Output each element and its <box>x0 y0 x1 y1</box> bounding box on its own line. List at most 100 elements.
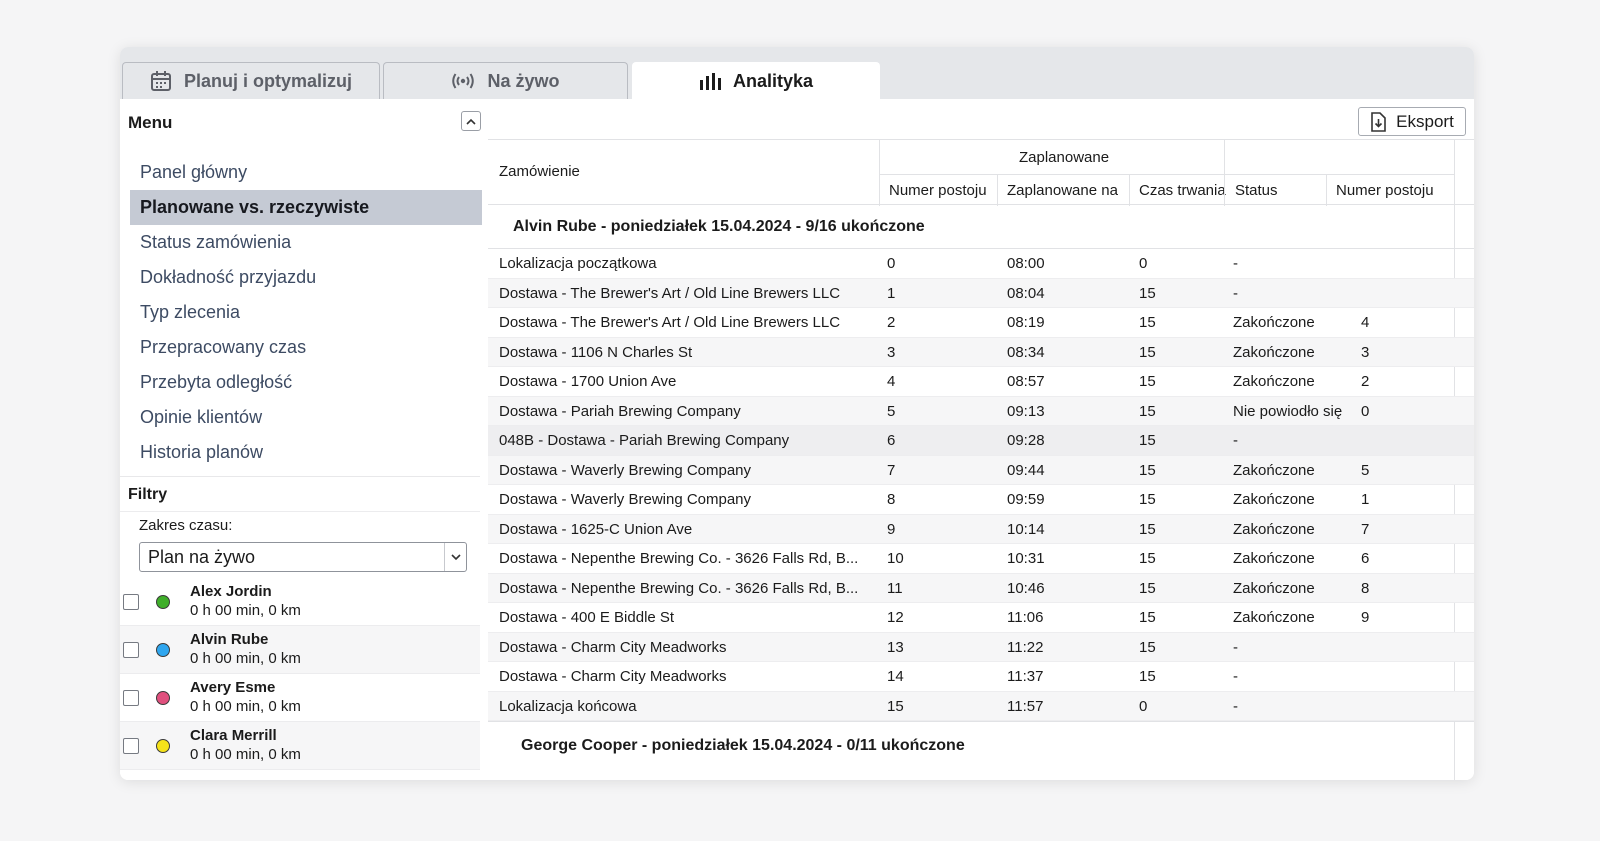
table-row[interactable]: Dostawa - The Brewer's Art / Old Line Br… <box>488 308 1474 338</box>
planned-group-header: Zaplanowane <box>1019 149 1110 166</box>
cell-stop-number: 3 <box>887 343 896 361</box>
header-divider <box>1129 175 1130 206</box>
cell-stop-number: 12 <box>887 609 904 626</box>
menu-item-worked-time[interactable]: Przepracowany czas <box>130 330 482 365</box>
cell-status: Zakończone <box>1233 461 1315 479</box>
cell-actual-stop: 2 <box>1361 373 1370 390</box>
driver-name: Clara Merrill <box>190 727 277 744</box>
driver-group-header[interactable]: Alvin Rube - poniedziałek 15.04.2024 - 9… <box>488 205 1474 249</box>
cell-status: Zakończone <box>1233 520 1315 538</box>
table-row[interactable]: Dostawa - Nepenthe Brewing Co. - 3626 Fa… <box>488 544 1474 574</box>
cell-duration: 15 <box>1139 609 1156 626</box>
cell-planned-at: 08:00 <box>1007 255 1045 272</box>
driver-name: Alex Jordin <box>190 583 272 600</box>
time-range-select[interactable]: Plan na żywo <box>139 542 467 572</box>
driver-checkbox[interactable] <box>123 594 139 610</box>
cell-planned-at: 10:31 <box>1007 550 1045 567</box>
col-planned-at-header: Zaplanowane na <box>1007 182 1118 199</box>
chevron-down-icon[interactable] <box>444 543 466 571</box>
cell-status: Zakończone <box>1233 373 1315 390</box>
table-row[interactable]: Dostawa - Pariah Brewing Company 5 09:13… <box>488 396 1474 426</box>
table-row[interactable]: Dostawa - Waverly Brewing Company 7 09:4… <box>488 455 1474 485</box>
cell-order: Dostawa - 1625-C Union Ave <box>499 520 693 538</box>
table-row[interactable]: Dostawa - Waverly Brewing Company 8 09:5… <box>488 485 1474 515</box>
menu-item-plan-history[interactable]: Historia planów <box>130 435 482 470</box>
cell-stop-number: 11 <box>887 579 903 597</box>
cell-stop-number: 10 <box>887 550 904 567</box>
driver-checkbox[interactable] <box>123 738 139 754</box>
cell-status: - <box>1233 432 1238 449</box>
cell-planned-at: 08:04 <box>1007 284 1045 302</box>
bar-chart-icon <box>699 72 721 90</box>
menu-item-planned-vs-actual[interactable]: Planowane vs. rzeczywiste <box>130 190 482 225</box>
cell-actual-stop: 3 <box>1361 343 1370 361</box>
cell-planned-at: 08:34 <box>1007 343 1045 361</box>
menu-item-customer-feedback[interactable]: Opinie klientów <box>130 400 482 435</box>
cell-planned-at: 09:13 <box>1007 402 1045 420</box>
menu-item-order-status[interactable]: Status zamówienia <box>130 225 482 260</box>
table-row[interactable]: Dostawa - Charm City Meadworks 13 11:22 … <box>488 632 1474 662</box>
table-row[interactable]: Dostawa - 1625-C Union Ave 9 10:14 15 Za… <box>488 514 1474 544</box>
cell-planned-at: 08:19 <box>1007 314 1045 331</box>
tab-analytics[interactable]: Analityka <box>632 62 880 99</box>
export-button[interactable]: Eksport <box>1358 107 1466 136</box>
cell-stop-number: 8 <box>887 491 896 508</box>
table-row[interactable]: Lokalizacja końcowa 15 11:57 0 - <box>488 691 1474 721</box>
cell-stop-number: 14 <box>887 668 904 685</box>
driver-checkbox[interactable] <box>123 690 139 706</box>
cell-duration: 15 <box>1139 638 1156 656</box>
cell-actual-stop: 5 <box>1361 461 1370 479</box>
header-divider <box>997 175 998 206</box>
cell-planned-at: 09:28 <box>1007 432 1045 449</box>
menu-item-arrival-accuracy[interactable]: Dokładność przyjazdu <box>130 260 482 295</box>
cell-order: Dostawa - Pariah Brewing Company <box>499 402 741 420</box>
cell-order: Dostawa - 400 E Biddle St <box>499 609 675 626</box>
col-order-header: Zamówienie <box>499 163 580 180</box>
cell-duration: 15 <box>1139 668 1156 685</box>
time-range-value: Plan na żywo <box>148 547 256 567</box>
cell-duration: 0 <box>1139 697 1148 715</box>
tab-label: Analityka <box>732 70 814 91</box>
tab-plan-optimize[interactable]: Planuj i optymalizuj <box>122 62 380 99</box>
tab-live[interactable]: Na żywo <box>383 62 628 99</box>
driver-group-header[interactable]: George Cooper - poniedziałek 15.04.2024 … <box>488 721 1474 766</box>
menu-list: Panel główny Planowane vs. rzeczywiste S… <box>130 155 482 470</box>
cell-duration: 15 <box>1139 579 1156 597</box>
cell-actual-stop: 1 <box>1361 491 1370 508</box>
col-stop-number-header: Numer postoju <box>889 182 987 199</box>
cell-duration: 15 <box>1139 461 1156 479</box>
tab-label: Planuj i optymalizuj <box>183 70 353 91</box>
cell-planned-at: 08:57 <box>1007 373 1045 390</box>
cell-status: - <box>1233 668 1238 685</box>
menu-item-distance[interactable]: Przebyta odległość <box>130 365 482 400</box>
cell-order: Lokalizacja początkowa <box>499 255 657 272</box>
cell-duration: 0 <box>1139 255 1148 272</box>
table-row[interactable]: Dostawa - Charm City Meadworks 14 11:37 … <box>488 662 1474 692</box>
cell-status: - <box>1233 284 1238 302</box>
cell-actual-stop: 4 <box>1361 314 1370 331</box>
table-row[interactable]: Dostawa - 1106 N Charles St 3 08:34 15 Z… <box>488 337 1474 367</box>
cell-status: Zakończone <box>1233 491 1315 508</box>
table-row[interactable]: Lokalizacja początkowa 0 08:00 0 - <box>488 249 1474 279</box>
driver-checkbox[interactable] <box>123 642 139 658</box>
cell-status: Zakończone <box>1233 550 1315 567</box>
driver-name: Alvin Rube <box>190 631 269 648</box>
driver-row: Clara Merrill 0 h 00 min, 0 km <box>120 722 480 770</box>
cell-duration: 15 <box>1139 402 1156 420</box>
cell-status: - <box>1233 638 1238 656</box>
cell-order: Dostawa - Waverly Brewing Company <box>499 491 752 508</box>
menu-item-order-type[interactable]: Typ zlecenia <box>130 295 482 330</box>
cell-duration: 15 <box>1139 284 1156 302</box>
table-row[interactable]: Dostawa - 400 E Biddle St 12 11:06 15 Za… <box>488 603 1474 633</box>
table-row[interactable]: Dostawa - Nepenthe Brewing Co. - 3626 Fa… <box>488 573 1474 603</box>
driver-row: Alex Jordin 0 h 00 min, 0 km <box>120 578 480 626</box>
table-row[interactable]: Dostawa - The Brewer's Art / Old Line Br… <box>488 278 1474 308</box>
driver-color-dot <box>156 691 170 705</box>
cell-planned-at: 11:22 <box>1007 638 1044 656</box>
table-row[interactable]: 048B - Dostawa - Pariah Brewing Company … <box>488 426 1474 456</box>
download-icon <box>1370 111 1386 132</box>
table-row[interactable]: Dostawa - 1700 Union Ave 4 08:57 15 Zako… <box>488 367 1474 397</box>
menu-collapse-button[interactable] <box>461 111 481 131</box>
cell-order: Dostawa - Waverly Brewing Company <box>499 461 752 479</box>
menu-item-dashboard[interactable]: Panel główny <box>130 155 482 190</box>
